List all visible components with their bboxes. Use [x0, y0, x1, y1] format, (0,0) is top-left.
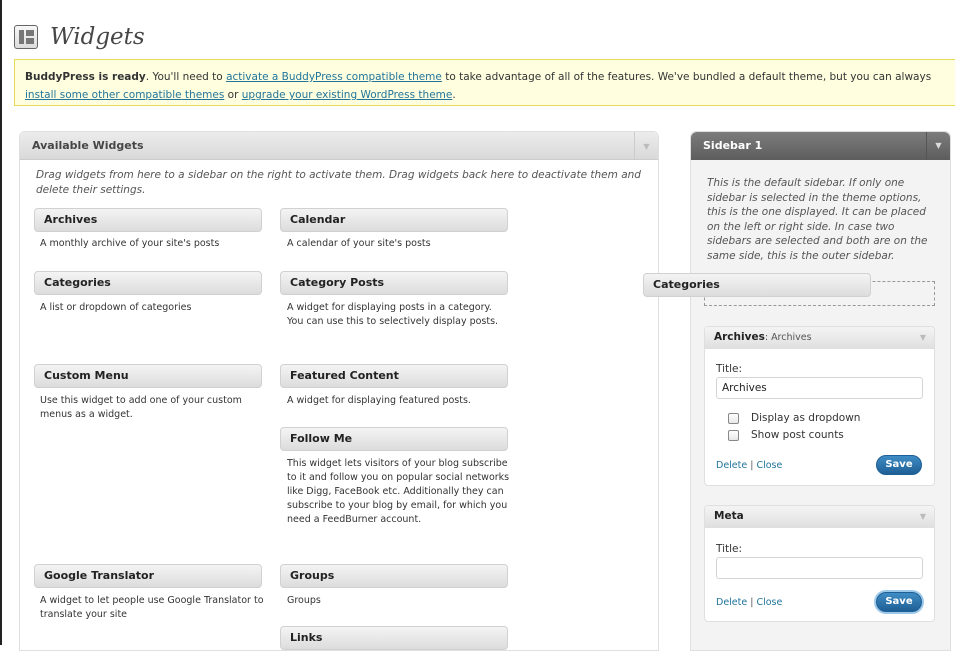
expand-arrow-icon[interactable]: ▼	[912, 506, 934, 527]
widget-google-translator[interactable]: Google Translator	[34, 564, 262, 588]
sidebar-1-description: This is the default sidebar. If only one…	[707, 177, 928, 262]
meta-title-input[interactable]	[716, 557, 923, 579]
widget-archives[interactable]: Archives	[34, 208, 262, 232]
widget-categories-desc: A list or dropdown of categories	[40, 302, 192, 313]
widget-actions: Delete | Close	[716, 597, 782, 608]
page-title: Widgets	[50, 24, 145, 50]
notice-text: to take advantage of all of the features…	[441, 71, 932, 83]
widget-featured-content[interactable]: Featured Content	[280, 364, 508, 388]
sidebar-widget-archives-header[interactable]: Archives: Archives ▼	[705, 327, 934, 349]
widget-google-translator-desc: A widget to let people use Google Transl…	[40, 595, 264, 620]
sidebar-widget-meta: Meta ▼ Title: Delete | Close Save	[704, 505, 935, 622]
available-widgets-title: Available Widgets	[32, 139, 144, 152]
sidebar-widget-archives: Archives: Archives ▼ Title: Archives Dis…	[704, 326, 935, 486]
close-link[interactable]: Close	[756, 460, 782, 471]
widget-follow-me-desc: This widget lets visitors of your blog s…	[287, 458, 510, 525]
widget-name: Archives	[714, 331, 765, 343]
widget-groups-desc: Groups	[287, 595, 321, 606]
widget-category-posts[interactable]: Category Posts	[280, 271, 508, 295]
display-dropdown-checkbox[interactable]: Display as dropdown	[728, 411, 860, 425]
notice-text: or	[224, 89, 242, 101]
title-label: Title:	[716, 363, 743, 375]
checkbox-label: Show post counts	[751, 429, 844, 441]
expand-arrow-icon[interactable]: ▼	[912, 327, 934, 348]
show-post-counts-checkbox[interactable]: Show post counts	[728, 428, 844, 442]
buddypress-notice: BuddyPress is ready. You'll need to acti…	[14, 59, 955, 106]
dragging-widget-categories[interactable]: Categories	[643, 273, 871, 297]
available-widgets-description: Drag widgets from here to a sidebar on t…	[36, 169, 641, 196]
upgrade-theme-link[interactable]: upgrade your existing WordPress theme	[242, 89, 453, 101]
save-button[interactable]: Save	[876, 455, 922, 475]
collapse-arrow-icon[interactable]: ▼	[926, 132, 950, 160]
notice-bold: BuddyPress is ready	[25, 71, 146, 83]
page-header: Widgets	[14, 20, 145, 54]
widget-custom-menu-desc: Use this widget to add one of your custo…	[40, 395, 242, 420]
archives-title-input[interactable]: Archives	[716, 377, 923, 399]
widget-name: Meta	[714, 510, 744, 522]
available-widgets-header[interactable]: Available Widgets ▼	[20, 132, 658, 160]
widget-custom-menu[interactable]: Custom Menu	[34, 364, 262, 388]
install-themes-link[interactable]: install some other compatible themes	[25, 89, 224, 101]
widget-categories[interactable]: Categories	[34, 271, 262, 295]
widget-groups[interactable]: Groups	[280, 564, 508, 588]
widget-featured-content-desc: A widget for displaying featured posts.	[287, 395, 471, 406]
widget-archives-desc: A monthly archive of your site's posts	[40, 238, 220, 249]
sidebar-1-title: Sidebar 1	[703, 139, 763, 152]
delete-link[interactable]: Delete	[716, 460, 747, 471]
notice-text: .	[452, 89, 456, 101]
checkbox-label: Display as dropdown	[751, 412, 861, 424]
widget-links[interactable]: Links	[280, 626, 508, 650]
widget-instance-title: Archives	[771, 332, 812, 343]
widgets-icon	[14, 25, 38, 49]
save-button[interactable]: Save	[876, 592, 922, 612]
sidebar-1-header[interactable]: Sidebar 1 ▼	[691, 132, 950, 160]
close-link[interactable]: Close	[756, 597, 782, 608]
sidebar-widget-meta-header[interactable]: Meta ▼	[705, 506, 934, 528]
widget-calendar[interactable]: Calendar	[280, 208, 508, 232]
notice-text: . You'll need to	[145, 71, 227, 83]
widget-actions: Delete | Close	[716, 460, 782, 471]
widget-follow-me[interactable]: Follow Me	[280, 427, 508, 451]
collapse-arrow-icon[interactable]: ▼	[634, 132, 658, 160]
checkbox-icon[interactable]	[728, 429, 739, 441]
activate-theme-link[interactable]: activate a BuddyPress compatible theme	[226, 71, 442, 83]
delete-link[interactable]: Delete	[716, 597, 747, 608]
window-edge	[0, 0, 2, 645]
title-label: Title:	[716, 543, 743, 555]
checkbox-icon[interactable]	[728, 412, 739, 424]
widget-category-posts-desc: A widget for displaying posts in a categ…	[287, 302, 499, 327]
widget-calendar-desc: A calendar of your site's posts	[287, 238, 431, 249]
